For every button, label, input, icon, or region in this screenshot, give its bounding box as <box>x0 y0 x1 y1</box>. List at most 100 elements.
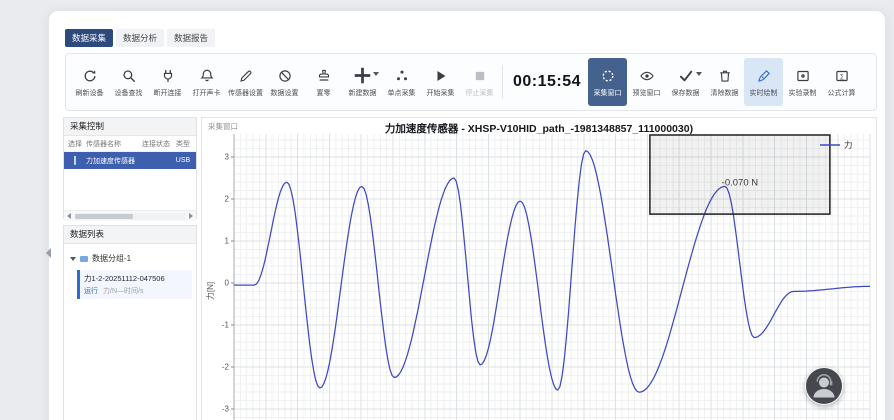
folder-icon <box>80 256 88 262</box>
refresh-devices-button[interactable]: 刷新设备 <box>70 58 109 106</box>
arrow-left-icon <box>67 213 71 219</box>
search-devices-button[interactable]: 设备查找 <box>109 58 148 106</box>
formula-icon: ∑ <box>834 67 850 85</box>
svg-text:-2: -2 <box>222 363 230 372</box>
horizontal-scrollbar[interactable] <box>64 210 196 221</box>
open-sound-button[interactable]: 打开声卡 <box>187 58 226 106</box>
sensor-checkbox[interactable] <box>74 156 76 165</box>
desktop: 数据采集数据分析数据报告 刷新设备设备查找 断开连接 打开声卡传感器设置数据设置 置零… <box>0 0 894 420</box>
sensor-table-empty <box>64 169 196 210</box>
brush-icon <box>756 67 772 85</box>
disconnect-button[interactable]: 断开连接 <box>148 58 187 106</box>
sensor-settings-button[interactable]: 传感器设置 <box>226 58 265 106</box>
play-icon <box>433 67 449 85</box>
data-item[interactable]: 力1-2-20251112-047506 运行 力/N—时间/s <box>77 270 192 299</box>
data-settings-button[interactable]: 数据设置 <box>265 58 304 106</box>
toolbar-item-label: 设备查找 <box>115 88 143 98</box>
tree-group-label: 数据分组-1 <box>92 253 131 264</box>
tab-capture[interactable]: 数据采集 <box>65 29 113 47</box>
preview-window-button[interactable]: 预览窗口 <box>627 58 666 106</box>
data-tree: 数据分组-1 力1-2-20251112-047506 运行 力/N—时间/s <box>64 244 196 306</box>
caret-down-icon[interactable] <box>373 72 379 76</box>
start-capture-button[interactable]: 开始采集 <box>421 58 460 106</box>
toolbar-item-label: 预览窗口 <box>633 88 661 98</box>
toolbar-item-label: 采集窗口 <box>594 88 622 98</box>
stop-icon <box>472 67 488 85</box>
svg-text:-1: -1 <box>222 321 230 330</box>
formula-calc-button[interactable]: ∑ 公式计算 <box>822 58 861 106</box>
y-axis-label: 力[N] <box>205 282 215 300</box>
live-draw-button[interactable]: 实时绘制 <box>744 58 783 106</box>
svg-text:-3: -3 <box>222 405 230 414</box>
svg-text:3: 3 <box>225 153 230 162</box>
tab-analysis[interactable]: 数据分析 <box>116 29 164 47</box>
toolbar-item-label: 打开声卡 <box>193 88 221 98</box>
svg-text:∑: ∑ <box>839 74 843 80</box>
scrollbar-thumb[interactable] <box>75 214 133 219</box>
chart-corner-label: 采集窗口 <box>208 121 238 132</box>
stamp-icon <box>316 67 332 85</box>
scroll-right-button[interactable] <box>186 213 196 219</box>
selection-box[interactable] <box>650 135 830 214</box>
toolbar-item-label: 新建数据 <box>349 88 377 98</box>
clear-data-button[interactable]: 清除数据 <box>705 58 744 106</box>
exp-record-button[interactable]: 实验录制 <box>783 58 822 106</box>
sensor-row[interactable]: 力加速度传感器 USB <box>64 152 196 169</box>
toolbar-item-label: 数据设置 <box>271 88 299 98</box>
toolbar-item-label: 传感器设置 <box>228 88 263 98</box>
app-window: 数据采集数据分析数据报告 刷新设备设备查找 断开连接 打开声卡传感器设置数据设置 置零… <box>48 10 886 420</box>
y-axis-ticks: 3 2 1 0 -1 -2 -3 <box>222 153 234 414</box>
toolbar-item-label: 实验录制 <box>789 88 817 98</box>
data-list-header: 数据列表 <box>64 226 196 244</box>
slash-circle-icon <box>277 67 293 85</box>
tab-bar: 数据采集数据分析数据报告 <box>65 29 215 47</box>
toolbar-item-label: 置零 <box>317 88 331 98</box>
plus-icon <box>352 67 373 85</box>
pen-icon <box>238 67 254 85</box>
svg-text:力: 力 <box>844 140 853 150</box>
toolbar-item-label: 保存数据 <box>672 88 700 98</box>
measurement-annotation: -0.070 N <box>722 178 759 189</box>
eye-icon <box>639 67 655 85</box>
chart-panel: 采集窗口 力加速度传感器 - XHSP-V10HID_path_-1981348… <box>201 117 877 420</box>
caret-down-icon[interactable] <box>696 72 702 76</box>
search-icon <box>121 67 137 85</box>
point-sample-button[interactable]: 单点采集 <box>382 58 421 106</box>
capture-control-panel: 采集控制 选择 传感器名称 连接状态 类型 力加速度传感器 USB <box>63 117 197 219</box>
data-item-status: 运行 <box>84 286 98 296</box>
col-status: 连接状态 <box>140 139 172 149</box>
sensor-type: USB <box>172 157 194 164</box>
person-headset-icon <box>805 367 843 405</box>
tree-group[interactable]: 数据分组-1 <box>68 251 192 266</box>
scroll-left-button[interactable] <box>64 213 74 219</box>
svg-text:2: 2 <box>225 195 230 204</box>
chart-svg[interactable]: 3 2 1 0 -1 -2 -3 力[N] -0.070 N 力 <box>202 134 878 420</box>
trash-icon <box>717 67 733 85</box>
dots-icon <box>394 67 410 85</box>
caret-down-icon <box>70 257 76 261</box>
refresh-icon <box>82 67 98 85</box>
toolbar-divider <box>502 65 503 99</box>
toolbar-item-label: 清除数据 <box>711 88 739 98</box>
toolbar-item-label: 开始采集 <box>427 88 455 98</box>
support-fab[interactable] <box>805 367 843 405</box>
toolbar-item-label: 断开连接 <box>154 88 182 98</box>
toolbar: 刷新设备设备查找 断开连接 打开声卡传感器设置数据设置 置零 新建数据 单点采集 开始采集 停… <box>65 53 877 111</box>
svg-text:0: 0 <box>225 279 230 288</box>
toolbar-item-label: 单点采集 <box>388 88 416 98</box>
arrow-right-icon <box>189 213 193 219</box>
col-select: 选择 <box>64 139 86 149</box>
stop-capture-button[interactable]: 停止采集 <box>460 58 499 106</box>
scrollbar-track[interactable] <box>74 213 186 220</box>
capture-window-button[interactable]: 采集窗口 <box>588 58 627 106</box>
save-data-button[interactable]: 保存数据 <box>666 58 705 106</box>
toolbar-item-label: 停止采集 <box>466 88 494 98</box>
toolbar-item-label: 公式计算 <box>828 88 856 98</box>
sidebar-collapse-handle[interactable] <box>46 248 51 258</box>
new-data-button[interactable]: 新建数据 <box>343 58 382 106</box>
capture-timer: 00:15:54 <box>506 73 588 91</box>
svg-text:1: 1 <box>225 237 230 246</box>
zero-set-button[interactable]: 置零 <box>304 58 343 106</box>
check-icon <box>678 67 694 85</box>
tab-report[interactable]: 数据报告 <box>167 29 215 47</box>
